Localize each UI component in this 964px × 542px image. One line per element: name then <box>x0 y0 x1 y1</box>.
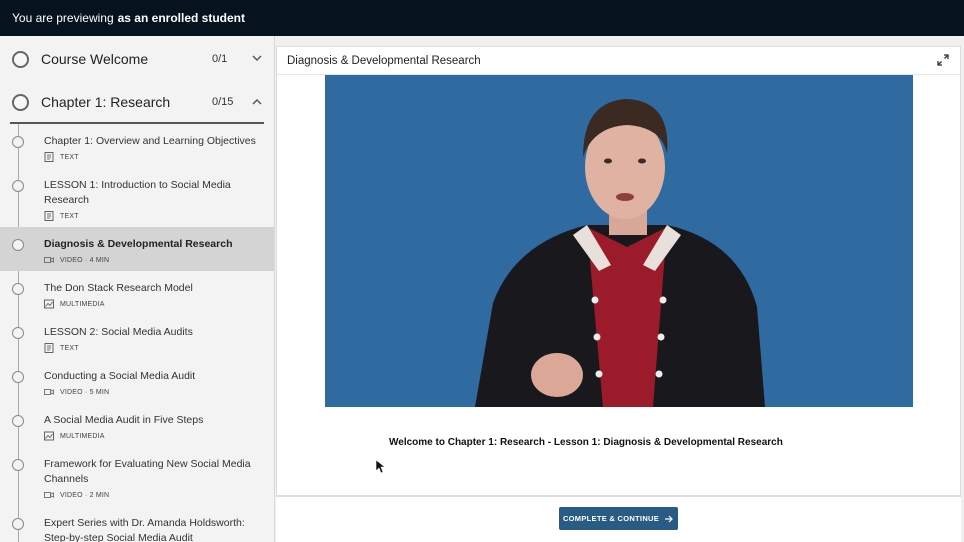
lesson-status-icon <box>12 415 24 427</box>
section-chapter-1[interactable]: Chapter 1: Research 0/15 <box>0 82 274 122</box>
content-header: Diagnosis & Developmental Research <box>277 47 960 75</box>
lesson-title: A Social Media Audit in Five Steps <box>44 414 204 426</box>
lesson-type: TEXT <box>60 212 79 220</box>
presenter-video-frame <box>325 75 913 407</box>
lesson-title: Conducting a Social Media Audit <box>44 370 196 382</box>
section-count: 0/15 <box>212 96 234 108</box>
lesson-type: VIDEO · 2 MIN <box>60 491 110 499</box>
text-icon <box>44 343 54 353</box>
lesson-status-icon <box>12 239 24 251</box>
lesson-caption: Welcome to Chapter 1: Research - Lesson … <box>389 437 783 448</box>
lesson-title: LESSON 1: Introduction to Social Media R… <box>44 179 231 206</box>
content-title: Diagnosis & Developmental Research <box>287 54 481 67</box>
expand-icon[interactable] <box>936 53 950 67</box>
lesson-item[interactable]: LESSON 1: Introduction to Social Media R… <box>0 168 274 227</box>
lesson-item[interactable]: LESSON 2: Social Media Audits TEXT <box>0 315 274 359</box>
course-sidebar: Course Welcome 0/1 Chapter 1: Research 0… <box>0 36 275 542</box>
content-panel: Diagnosis & Developmental Research Welco… <box>276 46 961 496</box>
chevron-down-icon[interactable] <box>252 53 274 65</box>
lesson-status-icon <box>12 283 24 295</box>
lesson-item-active[interactable]: Diagnosis & Developmental Research VIDEO… <box>0 227 274 271</box>
lesson-list: Chapter 1: Overview and Learning Objecti… <box>0 124 274 542</box>
progress-circle-icon <box>12 50 29 68</box>
chevron-up-icon[interactable] <box>252 96 274 108</box>
preview-prefix: You are previewing <box>12 11 114 25</box>
section-title: Course Welcome <box>41 51 149 67</box>
lesson-item[interactable]: Framework for Evaluating New Social Medi… <box>0 447 274 506</box>
video-icon <box>44 492 54 498</box>
video-icon <box>44 257 54 263</box>
section-course-welcome[interactable]: Course Welcome 0/1 <box>0 36 274 82</box>
progress-circle-icon <box>12 93 29 111</box>
lesson-title: Diagnosis & Developmental Research <box>44 238 233 250</box>
lesson-status-icon <box>12 371 24 383</box>
complete-continue-button[interactable]: COMPLETE & CONTINUE <box>559 507 678 530</box>
lesson-type: VIDEO · 5 MIN <box>60 388 110 396</box>
lesson-item[interactable]: Chapter 1: Overview and Learning Objecti… <box>0 124 274 168</box>
arrow-right-icon <box>665 515 673 522</box>
text-icon <box>44 211 54 221</box>
lesson-item[interactable]: Conducting a Social Media Audit VIDEO · … <box>0 359 274 403</box>
section-title: Chapter 1: Research <box>41 94 171 110</box>
lesson-title: Framework for Evaluating New Social Medi… <box>44 458 251 485</box>
lesson-item[interactable]: Expert Series with Dr. Amanda Holdsworth… <box>0 506 274 542</box>
text-icon <box>44 152 54 162</box>
lesson-type: TEXT <box>60 344 79 352</box>
lesson-status-icon <box>12 518 24 530</box>
mouse-cursor-icon <box>376 460 386 474</box>
complete-button-label: COMPLETE & CONTINUE <box>562 514 660 523</box>
preview-banner: You are previewing as an enrolled studen… <box>0 0 964 36</box>
lesson-item[interactable]: A Social Media Audit in Five Steps MULTI… <box>0 403 274 447</box>
lesson-title: Expert Series with Dr. Amanda Holdsworth… <box>44 517 245 542</box>
lesson-type: MULTIMEDIA <box>60 300 105 308</box>
lesson-title: LESSON 2: Social Media Audits <box>44 326 193 338</box>
lesson-title: The Don Stack Research Model <box>44 282 193 294</box>
multimedia-icon <box>44 299 54 309</box>
lesson-type: MULTIMEDIA <box>60 432 105 440</box>
lesson-status-icon <box>12 459 24 471</box>
video-icon <box>44 389 54 395</box>
content-footer: COMPLETE & CONTINUE <box>276 496 961 542</box>
multimedia-icon <box>44 431 54 441</box>
lesson-status-icon <box>12 136 24 148</box>
lesson-item[interactable]: The Don Stack Research Model MULTIMEDIA <box>0 271 274 315</box>
lesson-title: Chapter 1: Overview and Learning Objecti… <box>44 135 256 147</box>
lesson-type: TEXT <box>60 153 79 161</box>
lesson-type: VIDEO · 4 MIN <box>60 256 110 264</box>
video-player[interactable] <box>325 75 913 407</box>
preview-mode: as an enrolled student <box>117 11 245 25</box>
section-count: 0/1 <box>212 53 228 65</box>
lesson-status-icon <box>12 327 24 339</box>
lesson-status-icon <box>12 180 24 192</box>
